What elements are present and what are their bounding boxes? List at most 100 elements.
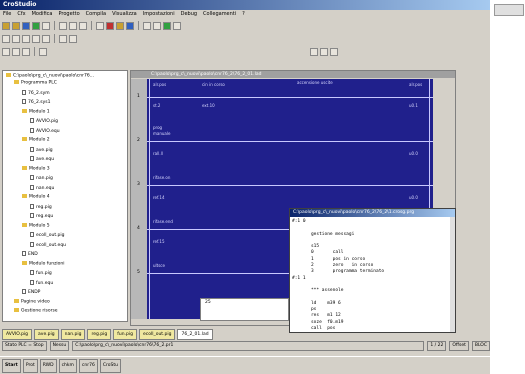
tree-item[interactable]: reg.equ (30, 213, 53, 220)
arrange-icon[interactable] (330, 47, 338, 56)
document-tab[interactable]: ave.pig (34, 329, 59, 340)
monitor-icon[interactable] (163, 21, 171, 30)
menu-item[interactable]: Debug (181, 10, 197, 19)
cut-icon[interactable] (59, 21, 67, 30)
tree-item[interactable]: Programma PLC (14, 80, 57, 87)
tree-item[interactable]: AVVIO.pig (30, 118, 58, 125)
new-icon[interactable] (2, 21, 10, 30)
menu-item[interactable]: Progetto (59, 10, 80, 19)
tree-root[interactable]: C:\paolo\prg_c\_nuovi\paolo\cnr76... (6, 73, 94, 80)
view-list-icon[interactable] (12, 47, 20, 56)
text-editor-window[interactable]: C:\paolo\prg_c\_nuovi\paolo\cnr76_2\76_2… (289, 208, 456, 333)
tree-item[interactable]: Modulo 3 (22, 165, 50, 173)
toolbar-separator (138, 21, 139, 30)
save-icon[interactable] (22, 21, 30, 30)
menu-item[interactable]: Modifica (32, 10, 53, 19)
project-path: C:\paolo\prg_c\_nuovi\paolo\cnr76\76_2.p… (72, 341, 425, 351)
paste-icon[interactable] (79, 21, 87, 30)
insert-row-icon[interactable] (59, 34, 67, 43)
view-tree-icon[interactable] (2, 47, 10, 56)
document-tab[interactable]: fun.pig (113, 329, 137, 340)
window-icon[interactable] (39, 47, 47, 56)
tree-item[interactable]: 76_2.sym (22, 89, 50, 97)
tree-item[interactable]: nan.pig (30, 175, 53, 182)
tree-item[interactable]: 76_2.sys1 (22, 99, 51, 106)
value-subwindow[interactable]: 25 (200, 298, 289, 321)
delete-row-icon[interactable] (69, 34, 77, 43)
tile-icon[interactable] (310, 47, 318, 56)
tree-item[interactable]: Modulo 5 (22, 222, 50, 230)
project-tree[interactable]: C:\paolo\prg_c\_nuovi\paolo\cnr76... Pro… (2, 70, 128, 322)
code-area[interactable]: #:1 0 gestione messagi s15 0 call 1 pos … (292, 219, 384, 333)
tree-item[interactable]: Modulo 1 (22, 108, 50, 116)
file-icon (30, 127, 34, 133)
ladder-rung[interactable] (147, 185, 433, 186)
coil-icon[interactable] (12, 34, 20, 43)
tree-item[interactable]: AVVIO.equ (30, 127, 60, 135)
menu-item[interactable]: Visualizza (112, 10, 137, 19)
taskbar-button[interactable]: Prot (22, 358, 38, 373)
taskbar-button[interactable]: RWD (39, 358, 57, 373)
tree-item[interactable]: END (22, 251, 38, 258)
tree-item[interactable]: ave.pig (30, 146, 53, 154)
compile-icon[interactable] (116, 21, 124, 30)
tree-item[interactable]: ecoll_out.pig (30, 232, 65, 239)
undo-icon[interactable] (96, 21, 104, 30)
stop-icon[interactable] (153, 21, 161, 30)
document-tab[interactable]: reg.pig (87, 329, 112, 340)
download-icon[interactable] (126, 21, 134, 30)
document-tab[interactable]: 76_2_01.lad (177, 329, 213, 340)
tree-item[interactable]: nan.equ (30, 184, 54, 192)
tree-item[interactable]: Pagine video (14, 298, 50, 306)
debug-icon[interactable] (173, 21, 181, 30)
tree-item[interactable]: ecoll_out.equ (30, 241, 66, 249)
file-icon (22, 99, 26, 104)
view-grid-icon[interactable] (22, 47, 30, 56)
document-tab[interactable]: nan.pig (60, 329, 86, 340)
line-icon[interactable] (32, 34, 40, 43)
open-icon[interactable] (12, 21, 20, 30)
menu-item[interactable]: Collegamenti (203, 10, 236, 19)
ladder-label: manuale (153, 131, 171, 136)
contact-icon[interactable] (2, 34, 10, 43)
tree-item[interactable]: ave.equ (30, 156, 54, 163)
copy-icon[interactable] (69, 21, 77, 30)
code-line[interactable]: 3 programma terminato (292, 269, 384, 275)
run-icon[interactable] (143, 21, 151, 30)
print-icon[interactable] (42, 21, 50, 30)
find-icon[interactable] (106, 21, 114, 30)
branch-icon[interactable] (22, 34, 30, 43)
tree-item[interactable]: Modulo 2 (22, 137, 50, 144)
menu-item[interactable]: File (3, 10, 11, 19)
cascade-icon[interactable] (320, 47, 328, 56)
taskbar-button[interactable]: chkm (58, 358, 77, 373)
menu-item[interactable]: Compila (86, 10, 106, 19)
menu-item[interactable]: Cfx (17, 10, 25, 19)
rung-number: 1 (137, 94, 140, 99)
document-tab[interactable]: AVVIO.pig (2, 329, 33, 340)
toolbar-separator (34, 47, 35, 56)
tree-item[interactable]: Modulo 4 (22, 194, 50, 201)
ladder-rung[interactable] (147, 97, 433, 98)
start-button[interactable]: Start (2, 358, 21, 373)
mode-indicator: Nessu (49, 341, 70, 351)
document-tab[interactable]: ecoll_out.pig (138, 329, 176, 340)
tree-item[interactable]: ENDP (22, 289, 40, 296)
tree-item[interactable]: Gestione risorse (14, 308, 58, 315)
file-icon (22, 289, 26, 294)
menu-item[interactable]: Impostazioni (143, 10, 175, 19)
taskbar-button[interactable]: cnr76 (78, 358, 98, 373)
tree-item[interactable]: fun.equ (30, 279, 53, 287)
menu-bar: File Cfx Modifica Progetto Compila Visualizza… (0, 10, 490, 19)
save-all-icon[interactable] (32, 21, 40, 30)
tree-item[interactable]: reg.pig (30, 203, 52, 211)
tree-item[interactable]: Modulo funzioni (22, 260, 65, 268)
vertical-scrollbar[interactable] (450, 217, 455, 332)
tree-item[interactable]: fun.pig (30, 270, 52, 277)
taskbar-button[interactable]: CroStu (99, 358, 121, 373)
zoom-icon[interactable] (42, 34, 50, 43)
menu-item[interactable]: ? (242, 10, 245, 19)
ladder-rung[interactable] (147, 141, 433, 142)
code-line[interactable]: ... (292, 332, 384, 333)
position-indicator: 1 / 22 (427, 341, 447, 351)
